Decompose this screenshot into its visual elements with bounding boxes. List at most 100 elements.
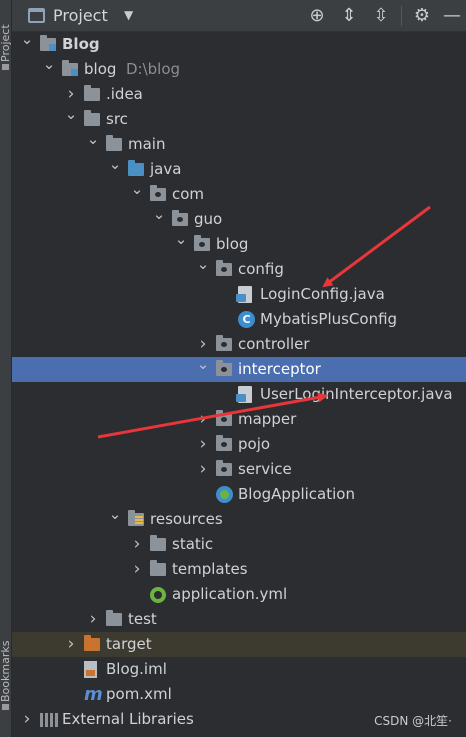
- tree-row-java[interactable]: ⌄ java: [12, 155, 466, 182]
- folder-icon: [84, 110, 100, 126]
- view-dropdown-icon[interactable]: ▼: [124, 8, 133, 22]
- package-icon: [216, 360, 232, 376]
- package-icon: [216, 435, 232, 451]
- tree-row-resources[interactable]: ⌄ resources: [12, 505, 466, 532]
- source-folder-icon: [128, 160, 144, 176]
- chevron-right-icon[interactable]: ›: [20, 707, 34, 732]
- tree-row-loginconfig-java[interactable]: LoginConfig.java: [12, 282, 466, 307]
- tree-item-label: interceptor: [238, 360, 321, 378]
- gear-icon[interactable]: ⚙: [410, 4, 434, 28]
- tree-row-src[interactable]: ⌄ src: [12, 105, 466, 132]
- chevron-down-icon[interactable]: ⌄: [86, 127, 100, 152]
- tool-window-strip: Project Bookmarks: [0, 0, 12, 737]
- tree-row-blog[interactable]: ⌄ blog D:\blog: [12, 55, 466, 82]
- tree-row-blog[interactable]: ⌄ Blog: [12, 30, 466, 57]
- tree-item-label: BlogApplication: [238, 485, 355, 503]
- maven-file-icon: m: [84, 684, 103, 705]
- strip-marker-icon: [2, 704, 9, 710]
- tree-item-label: pom.xml: [106, 685, 172, 703]
- chevron-down-icon[interactable]: ⌄: [20, 27, 34, 52]
- project-panel-header: Project ▼ ⊕ ⇕ ⇳ ⚙ —: [12, 0, 466, 32]
- tree-row-mapper[interactable]: › mapper: [12, 407, 466, 432]
- tree-row-blogapplication[interactable]: BlogApplication: [12, 482, 466, 507]
- chevron-right-icon[interactable]: ›: [130, 557, 144, 582]
- chevron-down-icon[interactable]: ⌄: [196, 352, 210, 377]
- tree-row-main[interactable]: ⌄ main: [12, 130, 466, 157]
- tree-row-templates[interactable]: › templates: [12, 557, 466, 582]
- package-icon: [172, 210, 188, 226]
- tree-item-label: UserLoginInterceptor.java: [260, 385, 453, 403]
- tree-row-blog[interactable]: ⌄ blog: [12, 230, 466, 257]
- chevron-down-icon[interactable]: ⌄: [130, 177, 144, 202]
- libraries-icon: [40, 713, 58, 727]
- expand-all-icon[interactable]: ⇕: [337, 4, 361, 28]
- locate-icon[interactable]: ⊕: [305, 4, 329, 28]
- toolbar-divider: [401, 6, 402, 26]
- tree-item-label: Blog.iml: [106, 660, 167, 678]
- watermark: CSDN @北笙·: [374, 714, 452, 728]
- tree-row-target[interactable]: › target: [12, 632, 466, 657]
- folder-icon: [150, 560, 166, 576]
- tree-row-blog-iml[interactable]: Blog.iml: [12, 657, 466, 682]
- tree-item-label: mapper: [238, 410, 297, 428]
- tree-item-label: application.yml: [172, 585, 288, 603]
- package-icon: [150, 185, 166, 201]
- package-icon: [194, 235, 210, 251]
- tree-item-label: templates: [172, 560, 248, 578]
- tree-row-pojo[interactable]: › pojo: [12, 432, 466, 457]
- panel-title[interactable]: Project: [53, 6, 108, 25]
- collapse-all-icon[interactable]: ⇳: [369, 4, 393, 28]
- tree-row-controller[interactable]: › controller: [12, 332, 466, 357]
- chevron-down-icon[interactable]: ⌄: [196, 252, 210, 277]
- tree-item-label: MybatisPlusConfig: [260, 310, 398, 328]
- bookmarks-tool-tab[interactable]: Bookmarks: [0, 612, 12, 702]
- hide-icon[interactable]: —: [440, 4, 464, 28]
- chevron-down-icon[interactable]: ⌄: [64, 102, 78, 127]
- tree-row-interceptor[interactable]: ⌄ interceptor: [12, 355, 466, 382]
- chevron-right-icon[interactable]: ›: [130, 532, 144, 557]
- tree-row-idea[interactable]: › .idea: [12, 82, 466, 107]
- project-window-icon: [28, 8, 45, 23]
- tree-item-label: target: [106, 635, 152, 653]
- tree-row-userlogininterceptor-java[interactable]: UserLoginInterceptor.java: [12, 382, 466, 407]
- chevron-right-icon[interactable]: ›: [64, 632, 78, 657]
- tree-row-service[interactable]: › service: [12, 457, 466, 482]
- chevron-right-icon[interactable]: ›: [196, 407, 210, 432]
- strip-marker-icon: [2, 64, 9, 70]
- java-class-icon: C: [238, 311, 255, 328]
- folder-icon: [106, 610, 122, 626]
- folder-icon: [150, 535, 166, 551]
- tree-row-mybatisplusconfig[interactable]: C MybatisPlusConfig: [12, 307, 466, 332]
- tree-item-label: static: [172, 535, 214, 553]
- chevron-right-icon[interactable]: ›: [196, 432, 210, 457]
- project-tree[interactable]: ⌄ Blog ⌄ blog D:\blog › .idea ⌄ src ⌄ main ⌄ java ⌄ co…: [12, 30, 466, 737]
- tree-item-label: pojo: [238, 435, 271, 453]
- chevron-down-icon[interactable]: ⌄: [42, 52, 56, 77]
- chevron-right-icon[interactable]: ›: [196, 457, 210, 482]
- project-tool-tab[interactable]: Project: [0, 2, 12, 62]
- folder-icon: [106, 135, 122, 151]
- tree-row-config[interactable]: ⌄ config: [12, 255, 466, 282]
- tree-item-label: src: [106, 110, 128, 128]
- chevron-down-icon[interactable]: ⌄: [108, 152, 122, 177]
- tree-item-label: External Libraries: [62, 710, 194, 728]
- package-icon: [216, 260, 232, 276]
- tree-item-label: blog: [216, 235, 249, 253]
- tree-row-guo[interactable]: ⌄ guo: [12, 205, 466, 232]
- tree-item-label: test: [128, 610, 157, 628]
- chevron-right-icon[interactable]: ›: [86, 607, 100, 632]
- tree-row-static[interactable]: › static: [12, 532, 466, 557]
- java-interface-icon: [236, 386, 252, 403]
- tree-row-test[interactable]: › test: [12, 607, 466, 632]
- folder-icon: [84, 85, 100, 101]
- yml-file-icon: [150, 587, 166, 603]
- tree-row-application-yml[interactable]: application.yml: [12, 582, 466, 607]
- tree-row-pom-xml[interactable]: m pom.xml: [12, 682, 466, 707]
- resources-folder-icon: [128, 510, 144, 526]
- tree-item-label: blog: [84, 60, 117, 78]
- chevron-down-icon[interactable]: ⌄: [174, 227, 188, 252]
- chevron-down-icon[interactable]: ⌄: [152, 202, 166, 227]
- package-icon: [216, 460, 232, 476]
- chevron-down-icon[interactable]: ⌄: [108, 502, 122, 527]
- tree-row-com[interactable]: ⌄ com: [12, 180, 466, 207]
